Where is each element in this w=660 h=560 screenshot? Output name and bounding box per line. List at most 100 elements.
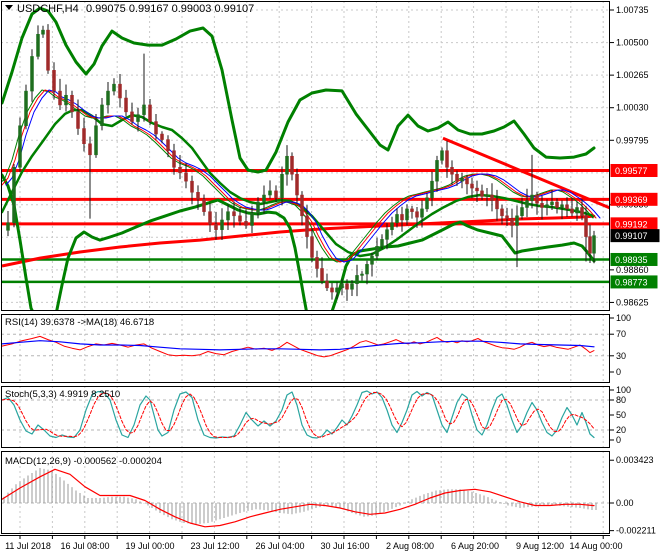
bull-candle <box>136 114 140 122</box>
bull-candle <box>340 283 344 289</box>
bull-candle <box>425 197 429 210</box>
bear-candle <box>410 208 414 212</box>
time-axis-label: 2 Aug 08:00 <box>386 541 434 551</box>
bear-candle <box>415 211 419 218</box>
bear-candle <box>190 180 194 193</box>
main-plot-area[interactable] <box>1 1 610 311</box>
bull-candle <box>280 173 284 199</box>
bull-candle <box>24 90 28 126</box>
bear-candle <box>300 194 304 217</box>
bear-candle <box>455 173 459 182</box>
bear-candle <box>154 121 158 135</box>
price-badge-label: 0.99369 <box>615 195 648 205</box>
bear-candle <box>445 150 449 168</box>
bear-candle <box>400 214 404 221</box>
bear-candle <box>565 204 569 210</box>
rsi-scale-label: 30 <box>616 351 626 361</box>
bull-candle <box>142 104 146 115</box>
bull-candle <box>545 204 549 208</box>
bull-candle <box>365 264 369 275</box>
bear-candle <box>310 236 314 258</box>
time-axis-label: 30 Jul 16:00 <box>320 541 369 551</box>
bull-candle <box>36 34 40 57</box>
price-badge-label: 0.99192 <box>615 219 648 229</box>
bear-candle <box>320 268 324 282</box>
price-axis-label: 1.00030 <box>616 103 649 113</box>
rsi-scale-label: 100 <box>616 313 631 323</box>
bear-candle <box>196 192 200 200</box>
rsi-indicator-label: RSI(14) 39.6378 ->MA(18) 46.6718 <box>5 317 154 328</box>
bull-candle <box>390 222 394 230</box>
bull-candle <box>226 211 230 221</box>
bull-candle <box>41 29 45 35</box>
stoch-scale-label: 80 <box>616 395 626 405</box>
title-ohlc-values: 0.99075 0.99167 0.99003 0.99107 <box>86 3 254 15</box>
price-axis-label: 1.00500 <box>616 38 649 48</box>
bull-candle <box>112 83 116 92</box>
bull-candle <box>560 204 564 208</box>
bull-candle <box>430 180 434 199</box>
time-axis-label: 23 Jul 12:00 <box>190 541 239 551</box>
bull-candle <box>530 194 534 201</box>
bear-candle <box>274 190 278 199</box>
bull-candle <box>100 104 104 126</box>
bull-candle <box>420 208 424 218</box>
stoch-scale-label: 100 <box>616 385 631 395</box>
bear-candle <box>555 201 559 208</box>
bear-candle <box>505 215 509 219</box>
bear-candle <box>325 280 329 289</box>
bear-candle <box>290 155 294 175</box>
bear-candle <box>172 150 176 168</box>
bear-candle <box>295 173 299 196</box>
bear-candle <box>58 90 62 106</box>
bull-candle <box>525 200 529 208</box>
bull-candle <box>220 219 224 230</box>
bear-candle <box>584 215 588 237</box>
bear-candle <box>540 203 544 208</box>
bull-candle <box>12 167 16 223</box>
symbol-period-title: USDCHF,H4 <box>17 3 79 15</box>
price-axis-label: 1.00735 <box>616 5 649 15</box>
bull-candle <box>435 160 439 182</box>
bull-candle <box>550 201 554 205</box>
bull-candle <box>515 215 519 226</box>
bear-candle <box>244 221 248 226</box>
bull-candle <box>360 273 364 276</box>
bull-candle <box>6 222 10 231</box>
chart-canvas[interactable]: 1.00735 1.00500 1.00265 1.00030 0.99795 0.993… <box>0 0 660 560</box>
bear-candle <box>46 29 50 71</box>
bull-candle <box>520 207 524 217</box>
bull-candle <box>30 56 34 92</box>
bear-candle <box>345 283 349 290</box>
bear-candle <box>184 172 188 182</box>
bear-candle <box>500 208 504 217</box>
bull-candle <box>380 239 384 247</box>
bull-candle <box>285 155 289 175</box>
stoch-scale-label: 0 <box>616 435 621 445</box>
price-badge-label: 0.99577 <box>615 166 648 176</box>
bear-candle <box>88 143 92 156</box>
stoch-scale-label: 20 <box>616 425 626 435</box>
bull-candle <box>268 190 272 196</box>
bear-candle <box>166 139 170 151</box>
bear-candle <box>208 211 212 225</box>
bull-candle <box>440 150 444 161</box>
bear-candle <box>130 111 134 122</box>
bear-candle <box>214 223 218 230</box>
bear-candle <box>232 211 236 217</box>
bear-candle <box>480 190 484 197</box>
bear-candle <box>124 97 128 113</box>
macd-scale-label: -0.002211 <box>616 526 656 536</box>
bear-candle <box>70 94 74 113</box>
stoch-indicator-label: Stoch(5,3,3) 4.9919 8.2510 <box>5 389 120 400</box>
bull-candle <box>575 207 579 214</box>
price-axis-label: 0.99795 <box>616 135 649 145</box>
macd-indicator-label: MACD(12,26,9) -0.000562 -0.000204 <box>5 456 162 467</box>
rsi-scale-label: 70 <box>616 329 626 339</box>
stoch-scale-label: 50 <box>616 410 626 420</box>
bull-candle <box>94 125 98 156</box>
bear-candle <box>305 215 309 237</box>
bear-candle <box>82 128 86 144</box>
bear-candle <box>315 257 319 269</box>
bull-candle <box>335 287 339 293</box>
